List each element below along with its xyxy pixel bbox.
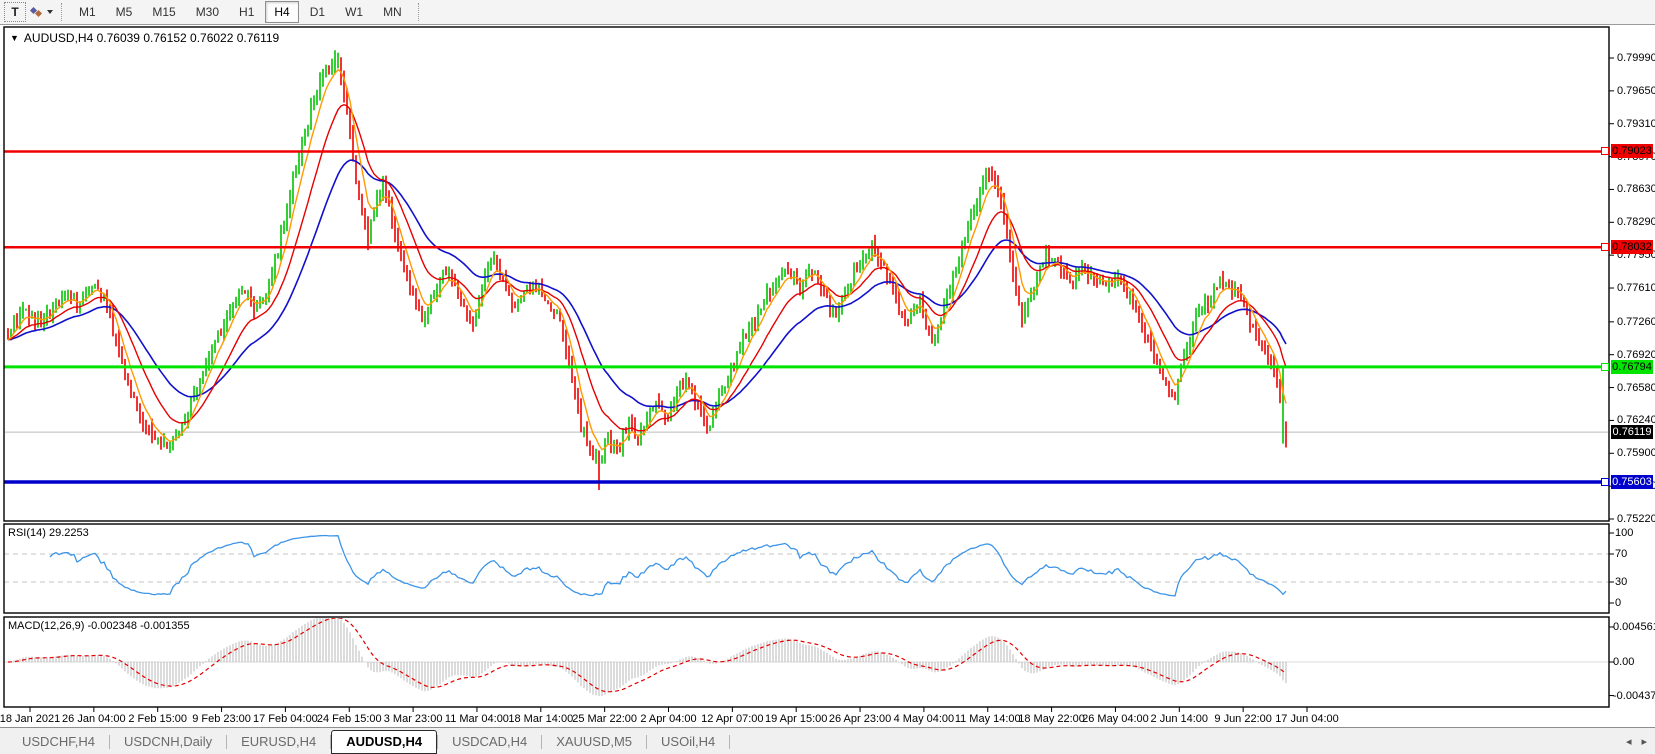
price-tick-label: 0.75220 <box>1617 513 1655 525</box>
rsi-indicator-label: RSI(14) 29.2253 <box>8 527 89 539</box>
level-anchor-handle[interactable] <box>1601 147 1609 155</box>
macd-signal-line <box>8 618 1286 692</box>
timeframe-button-group: M1M5M15M30H1H4D1W1MN <box>69 1 412 23</box>
chart-tab-usoil[interactable]: USOil,H4 <box>647 732 729 752</box>
chart-tab-usdcad[interactable]: USDCAD,H4 <box>438 732 541 752</box>
trading-terminal: T M1M5M15M30H1H4D1W1MN ▼ AUDUSD,H4 0.760… <box>0 0 1655 754</box>
chart-tab-usdcnh[interactable]: USDCNH,Daily <box>110 732 226 752</box>
price-tick-label: 0.77610 <box>1617 282 1655 294</box>
date-tick-label: 17 Jun 04:00 <box>1269 713 1345 725</box>
price-tick-label: 0.78630 <box>1617 183 1655 195</box>
rsi-line <box>50 536 1286 596</box>
price-tick-label: 0.76920 <box>1617 349 1655 361</box>
toolbar: T M1M5M15M30H1H4D1W1MN <box>0 0 1655 25</box>
timeframe-button-m30[interactable]: M30 <box>187 1 228 23</box>
rsi-tick-label: 0 <box>1615 597 1621 609</box>
tabs: USDCHF,H4USDCNH,DailyEURUSD,H4AUDUSD,H4U… <box>8 730 730 754</box>
price-tick-label: 0.75900 <box>1617 447 1655 459</box>
macd-indicator-label: MACD(12,26,9) -0.002348 -0.001355 <box>8 620 190 632</box>
rsi-tick-label: 70 <box>1615 548 1627 560</box>
price-tick-label: 0.79990 <box>1617 52 1655 64</box>
price-tick-label: 0.77260 <box>1617 316 1655 328</box>
chart-tab-usdchf[interactable]: USDCHF,H4 <box>8 732 109 752</box>
timeframe-button-h4[interactable]: H4 <box>265 1 298 23</box>
toolbar-separator <box>418 3 420 21</box>
diamond-arrows-icon <box>29 6 44 18</box>
tab-scroll-buttons: ◂ ▸ <box>1626 735 1647 748</box>
chart-tab-audusd[interactable]: AUDUSD,H4 <box>331 730 437 754</box>
rsi-tick-label: 100 <box>1615 527 1633 539</box>
price-tick-label: 0.78290 <box>1617 216 1655 228</box>
timeframe-button-m1[interactable]: M1 <box>70 1 105 23</box>
level-anchor-handle[interactable] <box>1601 478 1609 486</box>
tab-separator <box>729 735 730 749</box>
chart-header: ▼ AUDUSD,H4 0.76039 0.76152 0.76022 0.76… <box>10 31 279 45</box>
symbol-ohlc-readout: AUDUSD,H4 0.76039 0.76152 0.76022 0.7611… <box>24 31 279 45</box>
level-price-flag: 0.79023 <box>1611 144 1653 158</box>
chevron-down-icon <box>47 10 53 14</box>
collapse-icon[interactable]: ▼ <box>10 33 19 43</box>
level-anchor-handle[interactable] <box>1601 243 1609 251</box>
level-price-flag: 0.75603 <box>1611 475 1653 489</box>
macd-tick-label: -0.004372 <box>1613 690 1655 702</box>
timeframe-button-mn[interactable]: MN <box>374 1 411 23</box>
chart-tab-xauusd[interactable]: XAUUSD,M5 <box>542 732 646 752</box>
macd-tick-label: 0.00 <box>1613 656 1634 668</box>
price-tick-label: 0.79310 <box>1617 118 1655 130</box>
level-anchor-handle[interactable] <box>1601 363 1609 371</box>
timeframe-button-m5[interactable]: M5 <box>107 1 142 23</box>
toolbar-separator <box>61 3 63 21</box>
chart-tab-eurusd[interactable]: EURUSD,H4 <box>227 732 330 752</box>
rsi-tick-label: 30 <box>1615 576 1627 588</box>
timeframe-button-w1[interactable]: W1 <box>336 1 372 23</box>
arrange-dropdown-button[interactable] <box>28 2 54 22</box>
scroll-right-icon[interactable]: ▸ <box>1641 735 1647 748</box>
current-price-flag: 0.76119 <box>1611 425 1653 439</box>
chart-canvas[interactable] <box>0 0 1655 754</box>
scroll-left-icon[interactable]: ◂ <box>1626 735 1632 748</box>
level-price-flag: 0.76794 <box>1611 360 1653 374</box>
text-tool-button[interactable]: T <box>4 2 26 22</box>
macd-histogram <box>8 615 1286 696</box>
timeframe-button-d1[interactable]: D1 <box>301 1 334 23</box>
price-tick-label: 0.76580 <box>1617 382 1655 394</box>
chart-tab-bar: USDCHF,H4USDCNH,DailyEURUSD,H4AUDUSD,H4U… <box>0 727 1655 754</box>
timeframe-button-h1[interactable]: H1 <box>230 1 263 23</box>
macd-tick-label: 0.004561 <box>1613 621 1655 633</box>
timeframe-button-m15[interactable]: M15 <box>143 1 184 23</box>
price-tick-label: 0.79650 <box>1617 85 1655 97</box>
level-price-flag: 0.78032 <box>1611 240 1653 254</box>
